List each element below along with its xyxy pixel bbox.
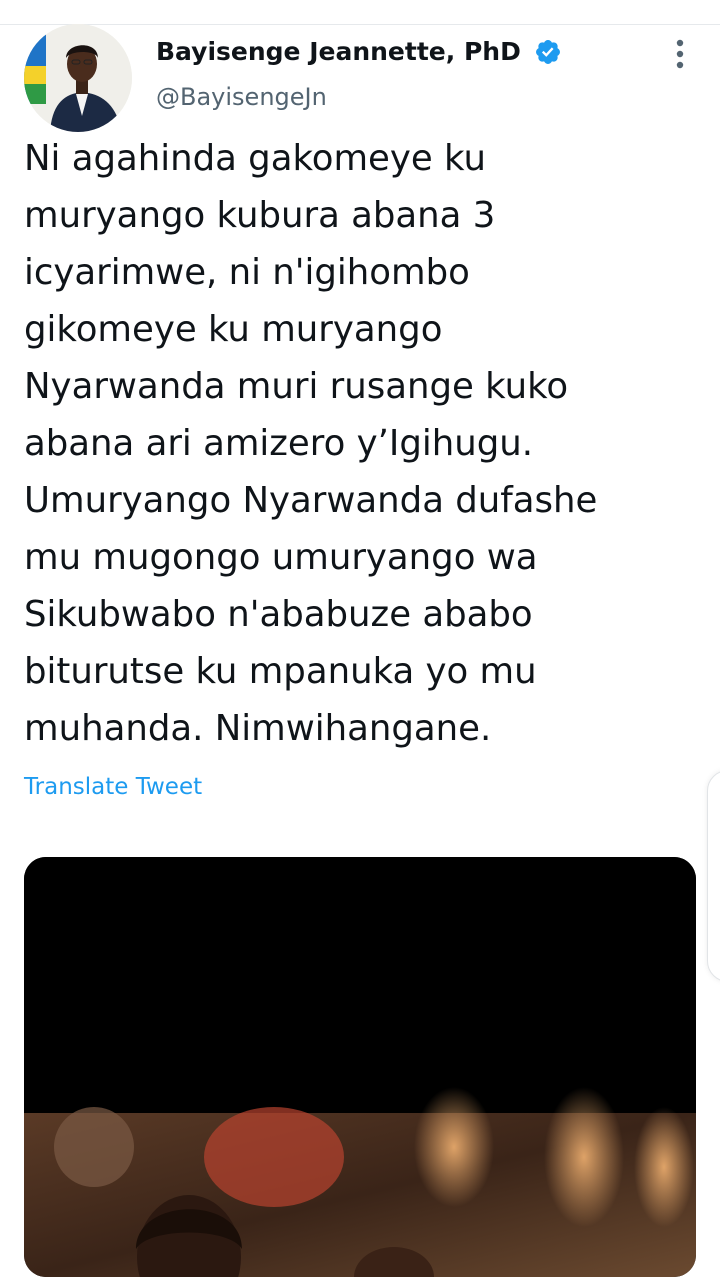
tweet-text-line: abana ari amizero y’Igihugu. bbox=[24, 423, 534, 464]
tweet-text-line: Nyarwanda muri rusange kuko bbox=[24, 366, 569, 407]
more-vertical-icon[interactable] bbox=[664, 36, 696, 72]
tweet-text-line: gikomeye ku muryango bbox=[24, 309, 443, 350]
top-divider bbox=[0, 24, 720, 25]
author-handle[interactable]: @BayisengeJn bbox=[156, 80, 327, 114]
author-display-name[interactable]: Bayisenge Jeannette, PhD bbox=[156, 34, 521, 70]
tweet-media-image[interactable] bbox=[24, 857, 696, 1277]
tweet-text-line: muryango kubura abana 3 bbox=[24, 195, 496, 236]
tweet-text: Ni agahinda gakomeye ku muryango kubura … bbox=[24, 130, 704, 757]
verified-badge-icon bbox=[534, 38, 562, 66]
tweet-text-line: Sikubwabo n'ababuze ababo bbox=[24, 594, 533, 635]
avatar[interactable] bbox=[24, 24, 132, 132]
floating-side-tab[interactable] bbox=[707, 770, 720, 982]
tweet-text-line: icyarimwe, ni n'igihombo bbox=[24, 252, 470, 293]
tweet-text-line: muhanda. Nimwihangane. bbox=[24, 708, 492, 749]
tweet-text-line: Ni agahinda gakomeye ku bbox=[24, 138, 487, 179]
tweet-text-line: biturutse ku mpanuka yo mu bbox=[24, 651, 537, 692]
translate-tweet-link[interactable]: Translate Tweet bbox=[24, 770, 202, 804]
tweet-text-line: mu mugongo umuryango wa bbox=[24, 537, 538, 578]
tweet-text-line: Umuryango Nyarwanda dufashe bbox=[24, 480, 598, 521]
